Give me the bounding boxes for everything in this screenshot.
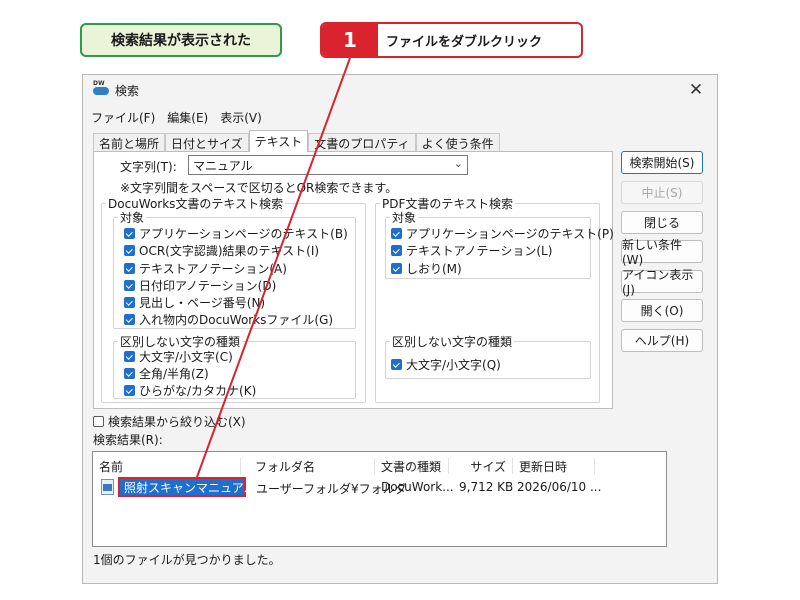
tab-text[interactable]: テキスト	[248, 130, 309, 152]
callout-leader-line	[196, 57, 351, 478]
